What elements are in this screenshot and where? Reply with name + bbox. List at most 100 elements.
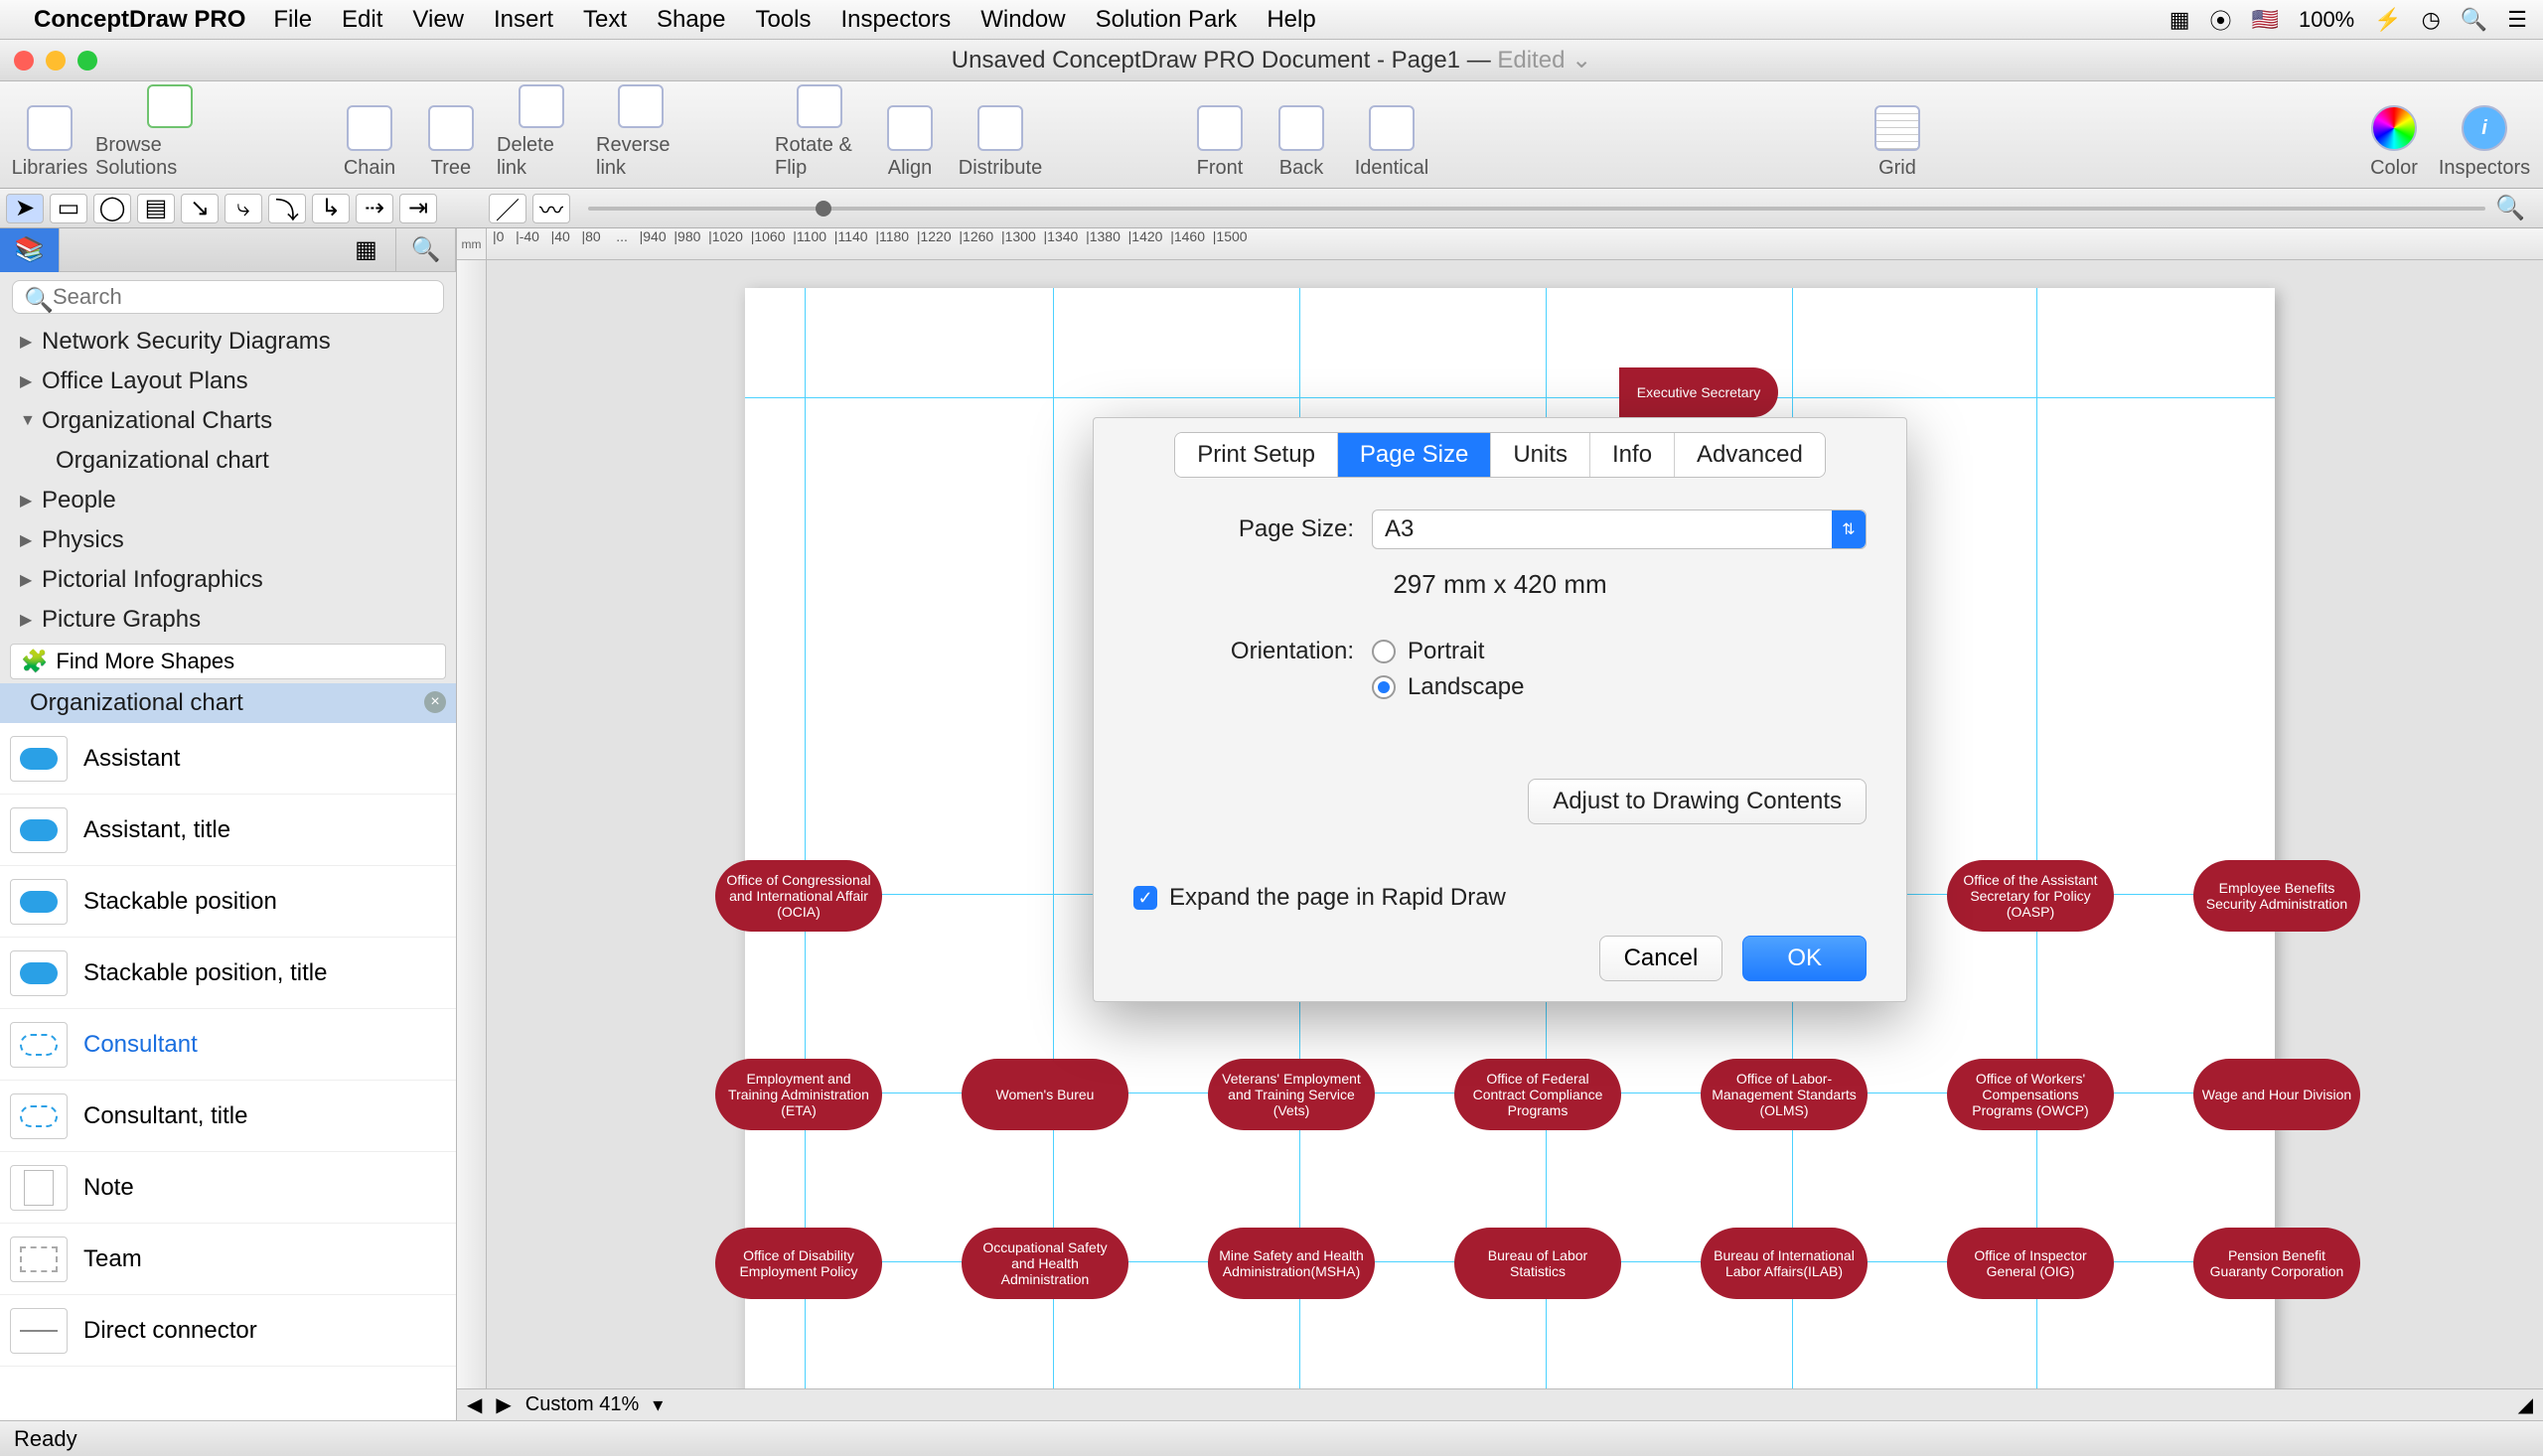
tab-advanced[interactable]: Advanced [1675, 433, 1825, 477]
org-node[interactable]: Office of Workers' Compensations Program… [1947, 1059, 2114, 1130]
find-more-shapes[interactable]: 🧩Find More Shapes [10, 644, 446, 679]
menu-help[interactable]: Help [1267, 6, 1315, 34]
shape-consultant[interactable]: Consultant [0, 1009, 456, 1081]
page-nav-next[interactable]: ▶ [496, 1392, 511, 1417]
close-library-icon[interactable]: × [424, 691, 446, 713]
expand-checkbox[interactable]: ✓ Expand the page in Rapid Draw [1133, 884, 1867, 912]
zoom-slider[interactable]: 🔍 [576, 194, 2537, 222]
wifi-icon[interactable]: ⦿ [2210, 4, 2232, 36]
cat-network-security[interactable]: ▶Network Security Diagrams [0, 322, 456, 362]
adjust-button[interactable]: Adjust to Drawing Contents [1528, 779, 1867, 824]
shape-consultant-title[interactable]: Consultant, title [0, 1081, 456, 1152]
search-input[interactable] [12, 280, 444, 314]
tree-button[interactable]: Tree [415, 84, 487, 180]
rect-tool[interactable]: ▭ [50, 194, 87, 223]
zoom-window-button[interactable] [77, 51, 97, 71]
grid-button[interactable]: Grid [1862, 84, 1933, 180]
shape-note[interactable]: Note [0, 1152, 456, 1224]
reverse-link-button[interactable]: Reverse link [596, 84, 685, 180]
org-node[interactable]: Office of Disability Employment Policy [715, 1228, 882, 1299]
org-node[interactable]: Executive Secretary [1619, 367, 1778, 417]
spotlight-icon[interactable]: 🔍 [2461, 7, 2487, 33]
inspectors-button[interactable]: iInspectors [2440, 84, 2529, 180]
org-node[interactable]: Office of the Assistant Secretary for Po… [1947, 860, 2114, 932]
org-node[interactable]: Office of Labor-Management Standarts (OL… [1701, 1059, 1868, 1130]
org-node[interactable]: Wage and Hour Division [2193, 1059, 2360, 1130]
cat-org-charts[interactable]: ▼Organizational Charts [0, 401, 456, 441]
resize-handle-icon[interactable]: ◢ [2518, 1392, 2533, 1417]
org-node[interactable]: Veterans' Employment and Training Servic… [1208, 1059, 1375, 1130]
menu-file[interactable]: File [273, 6, 312, 34]
menu-inspectors[interactable]: Inspectors [840, 6, 951, 34]
org-node[interactable]: Mine Safety and Health Administration(MS… [1208, 1228, 1375, 1299]
org-node[interactable]: Office of Congressional and Internationa… [715, 860, 882, 932]
shape-direct-connector[interactable]: Direct connector [0, 1295, 456, 1367]
chain-button[interactable]: Chain [334, 84, 405, 180]
connector-tool-6[interactable]: ⇥ [399, 194, 437, 223]
shape-assistant[interactable]: Assistant [0, 723, 456, 795]
tab-page-size[interactable]: Page Size [1338, 433, 1491, 477]
org-node[interactable]: Occupational Safety and Health Administr… [962, 1228, 1128, 1299]
text-tool[interactable]: ▤ [137, 194, 175, 223]
tab-info[interactable]: Info [1590, 433, 1675, 477]
cat-people[interactable]: ▶People [0, 481, 456, 520]
app-name[interactable]: ConceptDraw PRO [34, 6, 245, 34]
pointer-tool[interactable]: ➤ [6, 194, 44, 223]
flag-icon[interactable]: 🇺🇸 [2252, 7, 2279, 33]
org-node[interactable]: Bureau of Labor Statistics [1454, 1228, 1621, 1299]
color-button[interactable]: Color [2358, 84, 2430, 180]
menu-tools[interactable]: Tools [755, 6, 811, 34]
ok-button[interactable]: OK [1742, 936, 1867, 981]
curve-tool[interactable]: 〰 [532, 194, 570, 223]
shape-assistant-title[interactable]: Assistant, title [0, 795, 456, 866]
distribute-button[interactable]: Distribute [956, 84, 1045, 180]
minimize-window-button[interactable] [46, 51, 66, 71]
radio-portrait[interactable]: Portrait [1372, 638, 1524, 665]
align-button[interactable]: Align [874, 84, 946, 180]
shape-stackable-title[interactable]: Stackable position, title [0, 938, 456, 1009]
org-node[interactable]: Employment and Training Administration (… [715, 1059, 882, 1130]
page-nav-prev[interactable]: ◀ [467, 1392, 482, 1417]
connector-tool-5[interactable]: ⇢ [356, 194, 393, 223]
connector-tool-3[interactable]: ⤵ [268, 194, 306, 223]
cat-org-chart-child[interactable]: Organizational chart [0, 441, 456, 481]
connector-tool-2[interactable]: ⤷ [224, 194, 262, 223]
menu-icon[interactable]: ☰ [2507, 7, 2527, 33]
zoom-dropdown-icon[interactable]: ▾ [653, 1392, 663, 1417]
cat-pictorial[interactable]: ▶Pictorial Infographics [0, 560, 456, 600]
clock-icon[interactable]: ◷ [2422, 7, 2441, 33]
close-window-button[interactable] [14, 51, 34, 71]
cat-office-layout[interactable]: ▶Office Layout Plans [0, 362, 456, 401]
connector-tool-4[interactable]: ↳ [312, 194, 350, 223]
panel-tab-libraries[interactable]: 📚 [0, 228, 60, 272]
tab-print-setup[interactable]: Print Setup [1175, 433, 1338, 477]
front-button[interactable]: Front [1184, 84, 1256, 180]
org-node[interactable]: Women's Bureu [962, 1059, 1128, 1130]
identical-button[interactable]: Identical [1347, 84, 1436, 180]
menu-text[interactable]: Text [583, 6, 627, 34]
tray-grid-icon[interactable]: ▦ [2169, 7, 2190, 33]
radio-landscape[interactable]: Landscape [1372, 673, 1524, 701]
menu-solution-park[interactable]: Solution Park [1096, 6, 1238, 34]
libraries-button[interactable]: Libraries [14, 84, 85, 180]
delete-link-button[interactable]: Delete link [497, 84, 586, 180]
org-node[interactable]: Bureau of International Labor Affairs(IL… [1701, 1228, 1868, 1299]
canvas-area[interactable]: mm |0 |-40 |40 |80 ... |940 |980 |1020 |… [457, 228, 2543, 1420]
menu-view[interactable]: View [412, 6, 464, 34]
panel-tab-search[interactable]: 🔍 [396, 228, 456, 272]
ellipse-tool[interactable]: ◯ [93, 194, 131, 223]
org-node[interactable]: Office of Federal Contract Compliance Pr… [1454, 1059, 1621, 1130]
battery-icon[interactable]: ⚡ [2374, 7, 2401, 33]
menu-edit[interactable]: Edit [342, 6, 382, 34]
library-header[interactable]: Organizational chart × [0, 683, 456, 723]
cat-picture-graphs[interactable]: ▶Picture Graphs [0, 600, 456, 640]
page-size-select[interactable]: A3 ⇅ [1372, 510, 1867, 549]
org-node[interactable]: Employee Benefits Security Administratio… [2193, 860, 2360, 932]
cat-physics[interactable]: ▶Physics [0, 520, 456, 560]
cancel-button[interactable]: Cancel [1599, 936, 1723, 981]
zoom-display[interactable]: Custom 41% [525, 1393, 640, 1416]
rotate-flip-button[interactable]: Rotate & Flip [775, 84, 864, 180]
menu-insert[interactable]: Insert [494, 6, 553, 34]
connector-tool-1[interactable]: ↘ [181, 194, 219, 223]
back-button[interactable]: Back [1266, 84, 1337, 180]
